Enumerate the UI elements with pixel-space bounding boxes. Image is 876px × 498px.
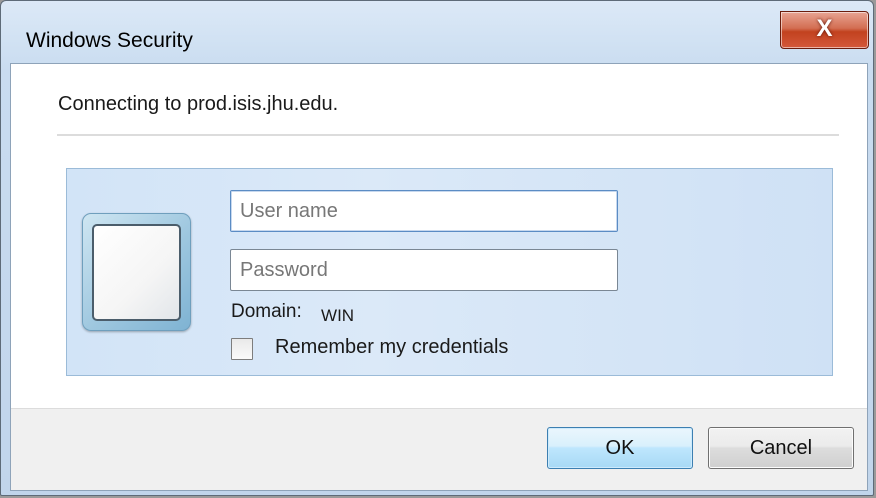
password-input[interactable] [230, 249, 618, 291]
remember-credentials-label[interactable]: Remember my credentials [275, 336, 508, 359]
cancel-button[interactable]: Cancel [708, 427, 854, 469]
dialog-body: Connecting to prod.isis.jhu.edu. Domain:… [10, 63, 868, 491]
domain-value: WIN [321, 306, 355, 325]
domain-label: Domain: [231, 301, 302, 322]
close-icon: X [816, 15, 833, 42]
ok-button[interactable]: OK [547, 427, 693, 469]
username-input[interactable] [230, 190, 618, 232]
user-tile-icon [82, 213, 191, 331]
windows-security-dialog: Windows Security X Connecting to prod.is… [0, 0, 874, 496]
user-picture-frame [92, 224, 181, 321]
button-bar: OK Cancel [11, 408, 867, 490]
close-button[interactable]: X [780, 11, 869, 49]
connecting-message: Connecting to prod.isis.jhu.edu. [58, 93, 339, 115]
credential-tile: Domain: WIN Remember my credentials [66, 168, 833, 376]
separator [57, 134, 839, 136]
remember-credentials-checkbox[interactable] [231, 338, 253, 360]
domain-row: Domain: WIN [231, 301, 355, 325]
window-title: Windows Security [26, 29, 193, 52]
